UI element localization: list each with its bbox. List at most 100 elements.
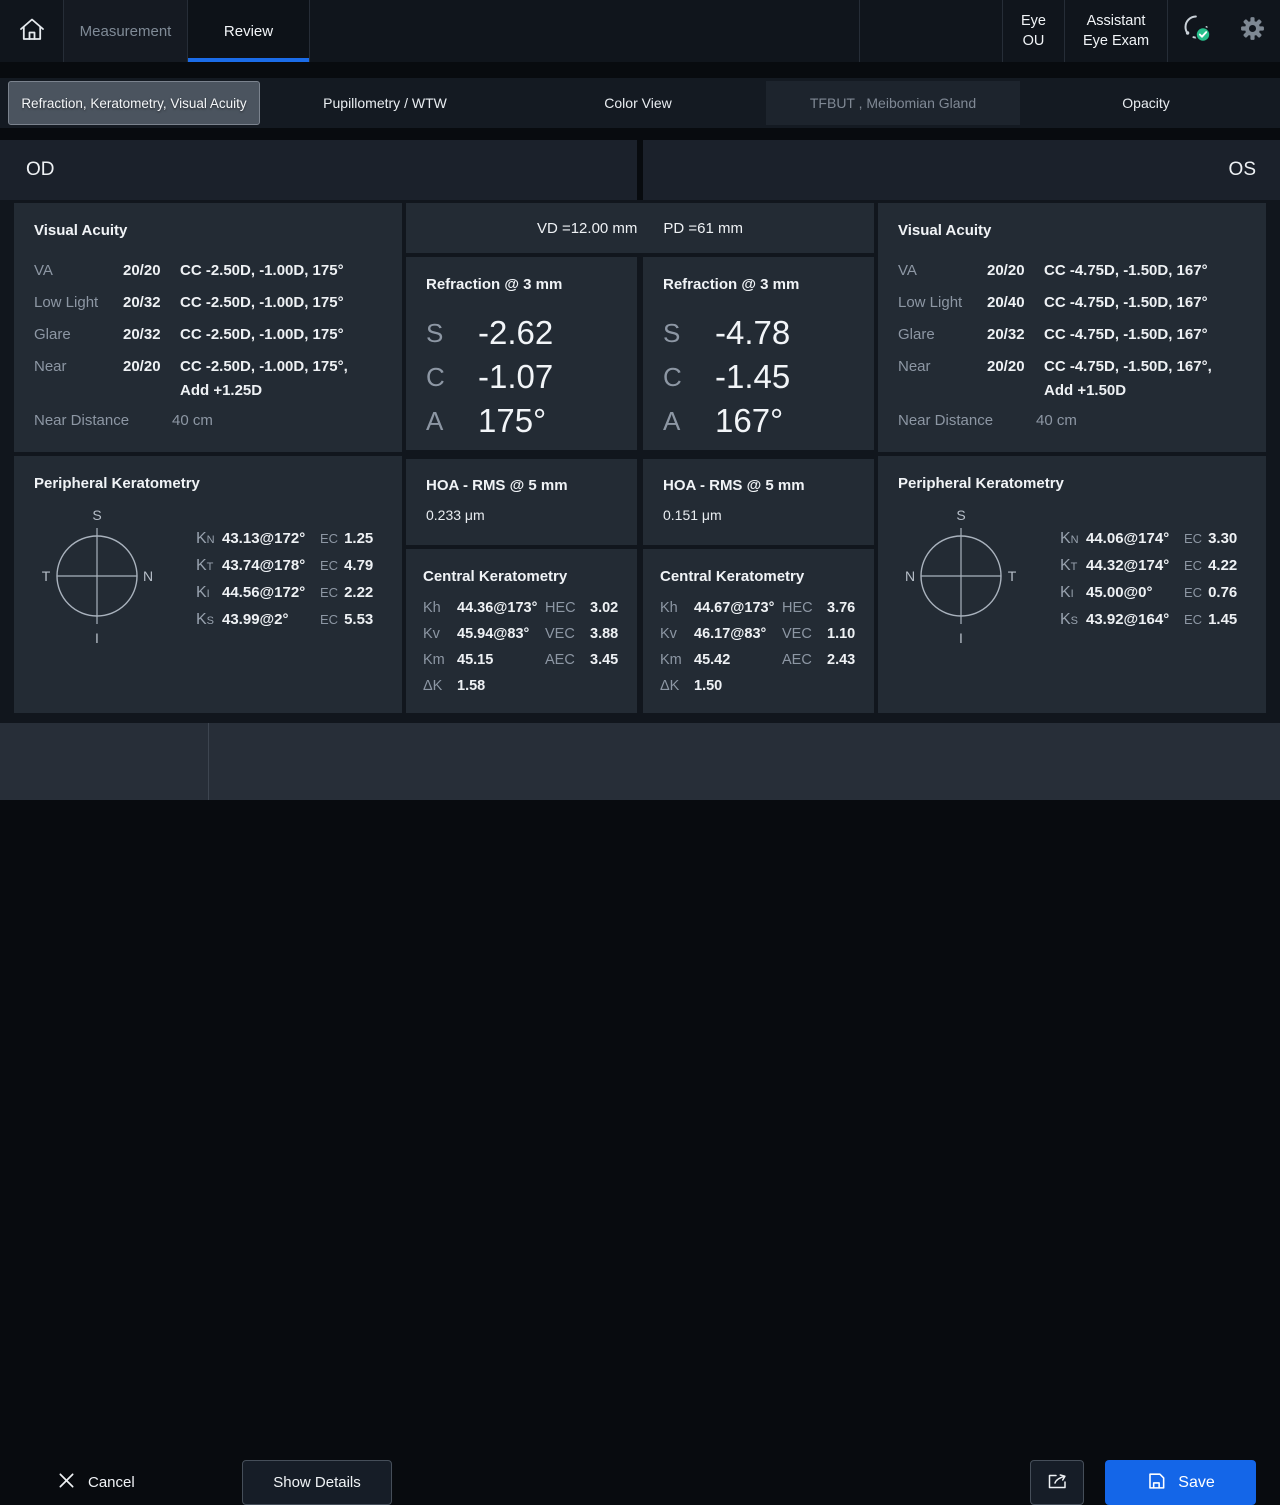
topbar-spacer	[860, 0, 1003, 62]
active-tab-indicator	[188, 58, 309, 62]
km-value: 45.15	[457, 647, 545, 673]
kv-label: Kv	[423, 621, 457, 647]
va-row-rx: CC -4.75D, -1.50D, 167°	[1044, 255, 1246, 287]
pk-row: KT 44.32@174° EC4.22	[1060, 552, 1237, 579]
subtab-pupillometry-wtw[interactable]: Pupillometry / WTW	[260, 78, 510, 128]
pk-row: KI 45.00@0° EC0.76	[1060, 579, 1237, 606]
vec-value: 1.10	[827, 621, 857, 647]
assistant-mode-button[interactable]: Assistant Eye Exam	[1065, 0, 1168, 62]
ki-value: 44.56@172°	[222, 584, 320, 601]
od-title: OD	[26, 159, 55, 181]
tab-review-label: Review	[224, 23, 273, 40]
od-refraction-panel: Refraction @ 3 mm S -2.62 C -1.07 A 175°	[406, 257, 637, 450]
delta-k-value: 1.50	[694, 673, 782, 699]
review-subtab-bar: Refraction, Keratometry, Visual Acuity P…	[0, 78, 1280, 128]
panel-title: Central Keratometry	[660, 565, 857, 589]
refraction-row: A 167°	[663, 399, 854, 443]
subtab-label: TFBUT , Meibomian Gland	[810, 95, 976, 111]
panel-title: Visual Acuity	[34, 219, 382, 243]
delta-k-label: ΔK	[660, 673, 694, 699]
refraction-row: S -2.62	[426, 311, 617, 355]
va-row-rx: CC -2.50D, -1.00D, 175°	[180, 255, 382, 287]
hec-value: 3.02	[590, 595, 620, 621]
ck-row: ΔK 1.50	[660, 673, 857, 699]
ck-row: ΔK 1.58	[423, 673, 620, 699]
od-compass-diagram: S I T N	[22, 498, 172, 653]
axis-value: 167°	[715, 402, 854, 440]
cylinder-value: -1.45	[715, 358, 854, 396]
tab-review[interactable]: Review	[188, 0, 310, 62]
panel-title: Refraction @ 3 mm	[663, 273, 854, 297]
panel-title: HOA - RMS @ 5 mm	[426, 475, 617, 497]
footer-divider	[208, 723, 209, 800]
ec-cell: EC4.22	[1184, 557, 1237, 574]
subtab-refraction-keratometry-visual-acuity[interactable]: Refraction, Keratometry, Visual Acuity	[8, 81, 260, 125]
va-row-rx-line1: CC -4.75D, -1.50D, 167°,	[1044, 355, 1246, 379]
assistant-label: Assistant	[1087, 13, 1146, 30]
os-central-keratometry-panel: Central Keratometry Kh 44.67@173° HEC 3.…	[643, 549, 874, 713]
sync-status-button[interactable]	[1168, 0, 1225, 62]
subtab-color-view[interactable]: Color View	[510, 78, 766, 128]
subtab-tfbut-meibomian-gland[interactable]: TFBUT , Meibomian Gland	[766, 81, 1020, 125]
refraction-row: C -1.45	[663, 355, 854, 399]
export-button[interactable]	[1030, 1460, 1084, 1505]
subtab-label: Color View	[604, 95, 671, 111]
kh-value: 44.36@173°	[457, 595, 545, 621]
va-row-label: VA	[34, 255, 114, 287]
show-details-button[interactable]: Show Details	[242, 1460, 392, 1505]
home-button[interactable]	[0, 0, 64, 62]
axis-label: A	[663, 406, 715, 437]
km-label: Km	[423, 647, 457, 673]
subtab-opacity[interactable]: Opacity	[1020, 78, 1272, 128]
empty-cell	[827, 673, 857, 699]
pk-row: KT 43.74@178° EC4.79	[196, 552, 373, 579]
sphere-value: -4.78	[715, 314, 854, 352]
ec-cell: EC1.45	[1184, 611, 1237, 628]
va-row-rx: CC -2.50D, -1.00D, 175°, Add +1.25D	[180, 351, 382, 403]
vd-value: VD =12.00 mm	[537, 220, 637, 237]
refraction-rows: S -2.62 C -1.07 A 175°	[426, 311, 617, 443]
tab-measurement[interactable]: Measurement	[64, 0, 188, 62]
delta-k-value: 1.58	[457, 673, 545, 699]
ec-cell: EC1.25	[320, 530, 373, 547]
assistant-value: Eye Exam	[1083, 33, 1149, 50]
delta-k-label: ΔK	[423, 673, 457, 699]
save-button[interactable]: Save	[1105, 1460, 1256, 1505]
sync-status-icon	[1181, 13, 1213, 50]
va-row-rx: CC -4.75D, -1.50D, 167°, Add +1.50D	[1044, 351, 1246, 403]
aec-label: AEC	[782, 647, 827, 673]
os-peripheral-keratometry-panel: Peripheral Keratometry S I N T KN 44.06@…	[878, 456, 1266, 713]
hoa-rms-value: 0.151 μm	[663, 505, 854, 525]
pk-rows: KN 43.13@172° EC1.25 KT 43.74@178° EC4.7…	[196, 525, 373, 633]
gear-icon	[1239, 15, 1266, 47]
kv-value: 45.94@83°	[457, 621, 545, 647]
footer-bar: Cancel Show Details Save	[0, 723, 1280, 800]
va-row-acuity: 20/20	[123, 255, 171, 287]
ck-row: Km 45.15 AEC 3.45	[423, 647, 620, 673]
vec-label: VEC	[545, 621, 590, 647]
settings-button[interactable]	[1225, 0, 1280, 62]
od-section-header: OD	[0, 140, 637, 200]
panel-title: Peripheral Keratometry	[34, 472, 382, 496]
refraction-row: S -4.78	[663, 311, 854, 355]
eye-selector-button[interactable]: Eye OU	[1003, 0, 1065, 62]
va-row-acuity: 20/32	[987, 319, 1035, 351]
topbar-spacer	[310, 0, 860, 62]
hec-label: HEC	[545, 595, 590, 621]
home-icon	[18, 16, 46, 47]
subtab-label: Refraction, Keratometry, Visual Acuity	[21, 96, 246, 111]
refraction-row: A 175°	[426, 399, 617, 443]
va-row-rx-add: Add +1.25D	[180, 379, 382, 403]
ki-value: 45.00@0°	[1086, 584, 1184, 601]
va-row-label: Low Light	[34, 287, 114, 319]
va-row-label: Low Light	[898, 287, 978, 319]
va-row-label: Near	[898, 351, 978, 383]
pk-row: KN 43.13@172° EC1.25	[196, 525, 373, 552]
pk-row: KI 44.56@172° EC2.22	[196, 579, 373, 606]
save-label: Save	[1178, 1474, 1214, 1492]
aec-value: 2.43	[827, 647, 857, 673]
near-distance-label: Near Distance	[34, 405, 163, 437]
kh-label: Kh	[423, 595, 457, 621]
va-row-rx: CC -4.75D, -1.50D, 167°	[1044, 319, 1246, 351]
cancel-button[interactable]: Cancel	[58, 1460, 135, 1505]
